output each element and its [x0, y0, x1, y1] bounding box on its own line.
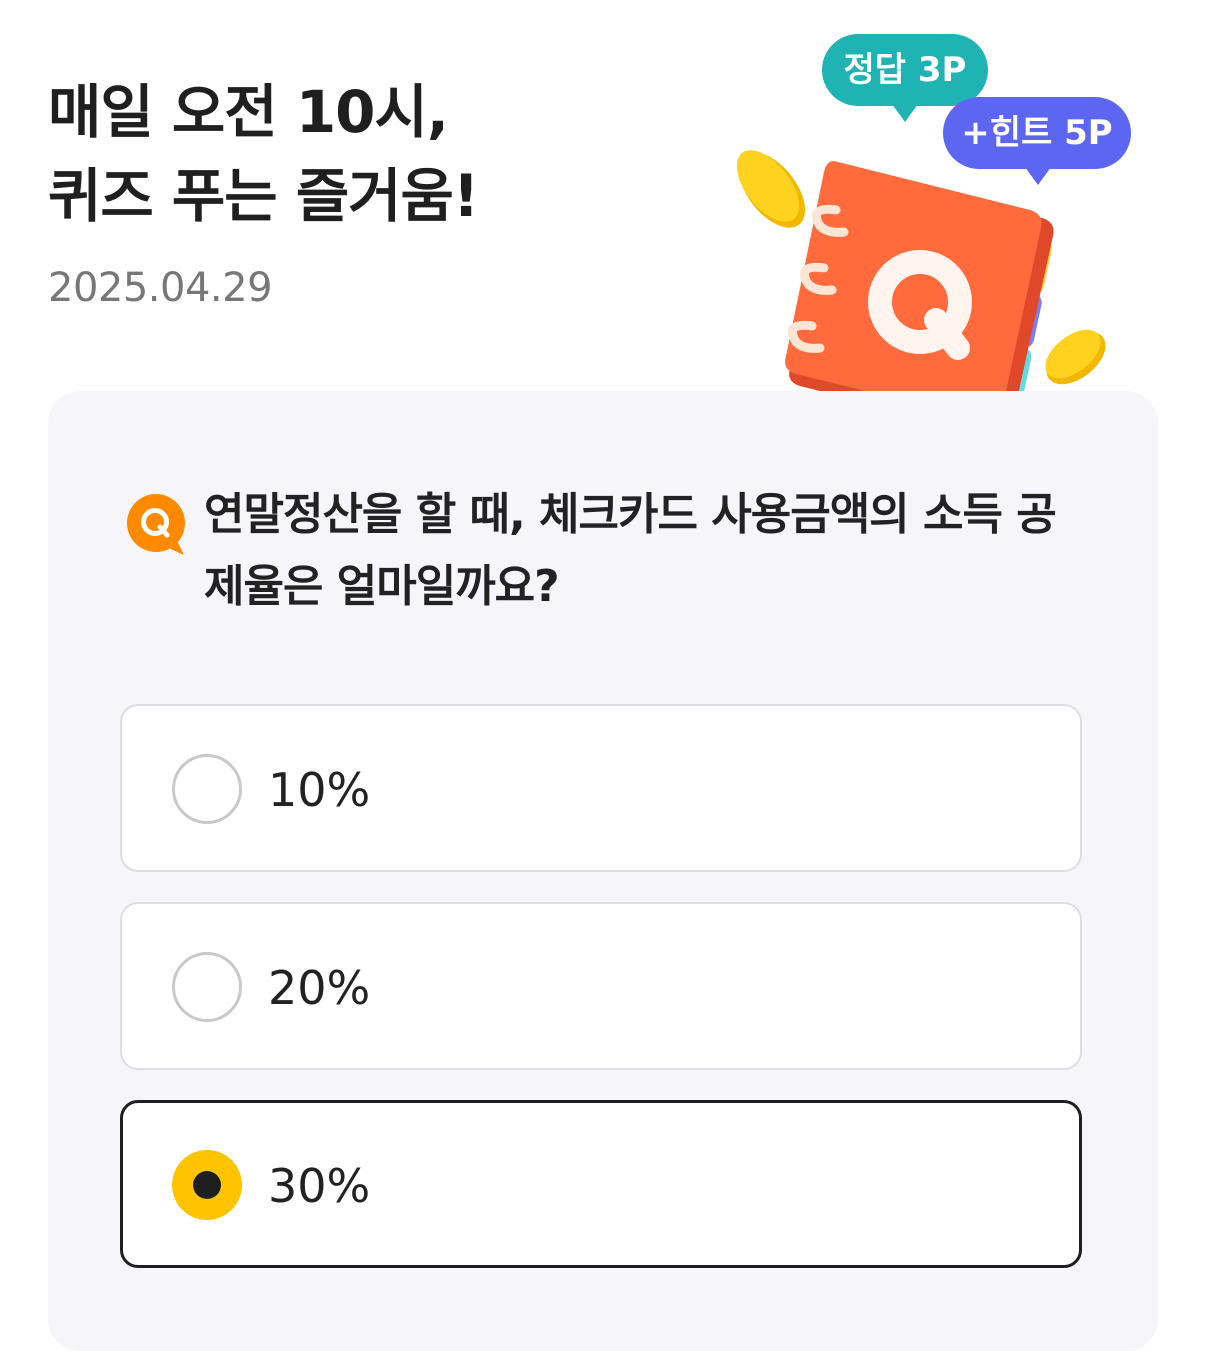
coin-left-icon — [736, 150, 806, 228]
coin-right-icon — [1045, 329, 1106, 385]
question-badge-icon — [127, 494, 185, 555]
option-label: 20% — [268, 961, 371, 1015]
question-text: 연말정산을 할 때, 체크카드 사용금액의 소득 공제율은 얼마일까요? — [204, 489, 1057, 612]
radio-selected-dot-icon — [193, 1171, 221, 1199]
radio-button[interactable] — [172, 952, 242, 1022]
answer-points-bubble: 정답 3P — [822, 34, 988, 122]
quiz-card: 연말정산을 할 때, 체크카드 사용금액의 소득 공제율은 얼마일까요? 10%… — [48, 391, 1158, 1351]
radio-button-selected[interactable] — [172, 1150, 242, 1220]
page-title-line-1: 매일 오전 10시, — [48, 78, 449, 146]
answer-option-3[interactable]: 30% — [120, 1100, 1082, 1268]
radio-button[interactable] — [172, 754, 242, 824]
answer-option-2[interactable]: 20% — [120, 902, 1082, 1070]
quiz-header: 매일 오전 10시, 퀴즈 푸는 즐거움! 2025.04.29 — [48, 70, 688, 312]
option-label: 30% — [268, 1159, 371, 1213]
page-title-line-2: 퀴즈 푸는 즐거움! — [48, 162, 479, 230]
quiz-date: 2025.04.29 — [48, 265, 273, 311]
option-label: 10% — [268, 763, 371, 817]
answer-option-1[interactable]: 10% — [120, 704, 1082, 872]
hint-points-bubble: +힌트 5P — [943, 97, 1131, 185]
